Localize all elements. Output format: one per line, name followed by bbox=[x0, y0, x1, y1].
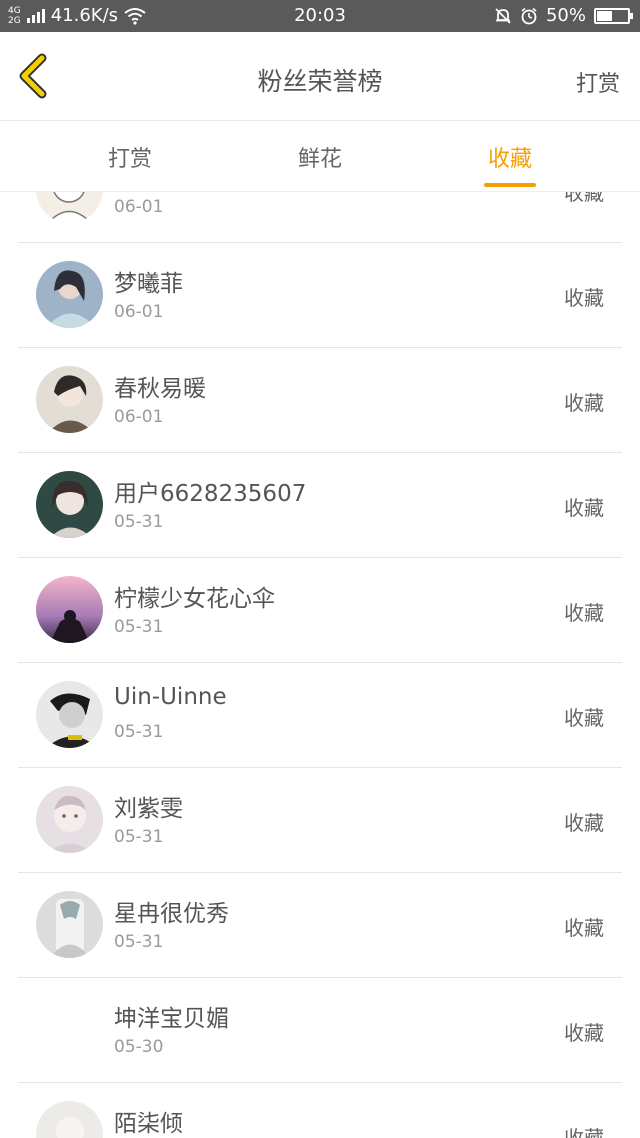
favorite-label: 收藏 bbox=[564, 1021, 604, 1045]
user-name: 刘紫雯 bbox=[114, 796, 183, 822]
avatar bbox=[36, 471, 103, 538]
avatar bbox=[36, 261, 103, 328]
battery-percent: 50% bbox=[545, 5, 586, 26]
user-name: 用户6628235607 bbox=[114, 481, 307, 507]
favorite-label: 收藏 bbox=[564, 601, 604, 625]
avatar bbox=[36, 366, 103, 433]
page-title: 粉丝荣誉榜 bbox=[257, 67, 383, 96]
list-item[interactable]: 坤洋宝贝媚 05-30 收藏 bbox=[18, 977, 622, 1083]
list-item[interactable]: 06-01 收藏 bbox=[18, 192, 622, 243]
favorite-date: 06-01 bbox=[114, 197, 164, 217]
avatar bbox=[36, 576, 103, 643]
list-item[interactable]: 柠檬少女花心伞 05-31 收藏 bbox=[18, 557, 622, 663]
avatar bbox=[36, 786, 103, 853]
list-item[interactable]: 刘紫雯 05-31 收藏 bbox=[18, 767, 622, 873]
list-item[interactable]: 星冉很优秀 05-31 收藏 bbox=[18, 872, 622, 978]
user-name: 星冉很优秀 bbox=[114, 901, 229, 927]
tab-bar: 打赏 鲜花 收藏 bbox=[0, 121, 640, 192]
favorite-date: 05-31 bbox=[114, 827, 164, 847]
list-item[interactable]: 陌柒倾 收藏 bbox=[18, 1082, 622, 1138]
nav-bar: 粉丝荣誉榜 打赏 bbox=[0, 32, 640, 121]
favorite-label: 收藏 bbox=[564, 286, 604, 310]
user-name: Uin-Uinne bbox=[114, 684, 227, 710]
avatar bbox=[36, 192, 103, 223]
status-bar: 4G 2G 41.6K/s 20:03 50% bbox=[0, 0, 640, 32]
status-right: 50% bbox=[494, 5, 633, 26]
user-name: 柠檬少女花心伞 bbox=[114, 586, 275, 612]
list-item[interactable]: Uin-Uinne 05-31 收藏 bbox=[18, 662, 622, 768]
fan-list: 06-01 收藏 梦曦菲 06-01 收藏 春秋易暖 06-01 收藏 用户66… bbox=[0, 192, 640, 1138]
favorite-date: 05-31 bbox=[114, 512, 164, 532]
list-item[interactable]: 梦曦菲 06-01 收藏 bbox=[18, 242, 622, 348]
list-item[interactable]: 春秋易暖 06-01 收藏 bbox=[18, 347, 622, 453]
favorite-label: 收藏 bbox=[564, 192, 604, 205]
favorite-label: 收藏 bbox=[564, 1126, 604, 1138]
tab-reward[interactable]: 打赏 bbox=[70, 141, 190, 173]
favorite-date: 05-31 bbox=[114, 932, 164, 952]
battery-icon bbox=[594, 7, 633, 24]
user-name: 坤洋宝贝媚 bbox=[114, 1006, 229, 1032]
avatar bbox=[36, 681, 103, 748]
favorite-date: 05-31 bbox=[114, 722, 164, 742]
favorite-label: 收藏 bbox=[564, 706, 604, 730]
reward-button[interactable]: 打赏 bbox=[576, 66, 620, 98]
tab-flowers[interactable]: 鲜花 bbox=[260, 141, 380, 173]
alarm-icon bbox=[521, 7, 537, 24]
silent-bell-icon bbox=[495, 7, 511, 24]
user-name: 春秋易暖 bbox=[114, 376, 206, 402]
user-name: 陌柒倾 bbox=[114, 1111, 183, 1137]
favorite-date: 06-01 bbox=[114, 302, 164, 322]
favorite-date: 06-01 bbox=[114, 407, 164, 427]
user-name: 梦曦菲 bbox=[114, 271, 183, 297]
favorite-label: 收藏 bbox=[564, 391, 604, 415]
list-item[interactable]: 用户6628235607 05-31 收藏 bbox=[18, 452, 622, 558]
favorite-label: 收藏 bbox=[564, 496, 604, 520]
favorite-date: 05-31 bbox=[114, 617, 164, 637]
avatar bbox=[36, 1101, 103, 1138]
active-tab-indicator bbox=[484, 183, 536, 187]
favorite-label: 收藏 bbox=[564, 811, 604, 835]
favorite-label: 收藏 bbox=[564, 916, 604, 940]
favorite-date: 05-30 bbox=[114, 1037, 164, 1057]
tab-favorites[interactable]: 收藏 bbox=[450, 141, 570, 173]
avatar bbox=[36, 891, 103, 958]
